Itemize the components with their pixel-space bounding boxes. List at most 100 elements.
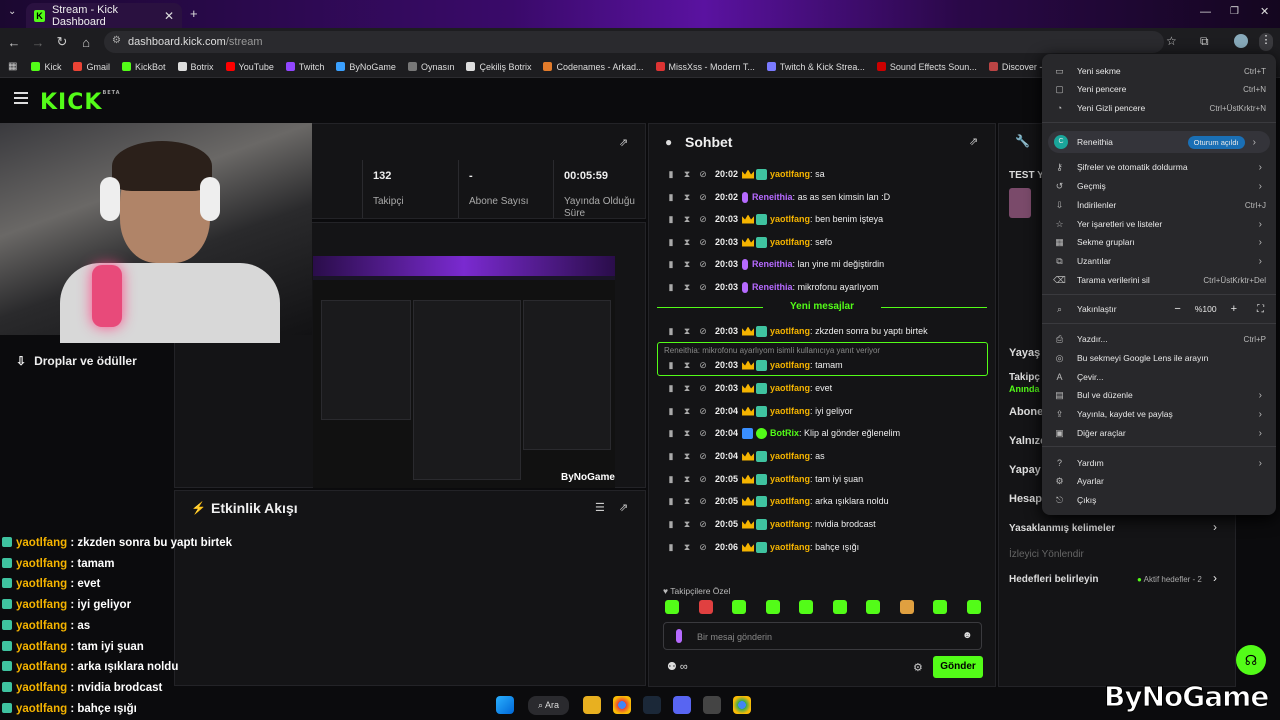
delete-icon[interactable]: ▮ [667, 326, 675, 337]
address-bar[interactable]: ⚙ dashboard.kick.com/stream ☆ [104, 31, 1177, 53]
message-username[interactable]: yaotlfang [770, 406, 810, 416]
chat-message[interactable]: ▮ ⧗ ⊘ 20:03 yaotlfang: evet [667, 379, 832, 397]
chat-message[interactable]: ▮ ⧗ ⊘ 20:03 yaotlfang: ben benim işteya [667, 210, 883, 228]
menu-extensions[interactable]: ⧉ Uzantılar › [1042, 252, 1276, 270]
emote-icon[interactable] [866, 600, 880, 614]
extensions-icon[interactable]: ⧉ [1200, 34, 1209, 49]
timeout-icon[interactable]: ⧗ [683, 519, 691, 530]
timeout-icon[interactable]: ⧗ [683, 406, 691, 417]
menu-bookmarks[interactable]: ☆ Yer işaretleri ve listeler › [1042, 215, 1276, 233]
menu-help[interactable]: ? Yardım › [1042, 454, 1276, 472]
ban-icon[interactable]: ⊘ [699, 406, 707, 417]
steam-icon[interactable] [643, 696, 662, 714]
apps-grid-icon[interactable]: ▦ [8, 61, 17, 72]
zoom-out-button[interactable]: − [1174, 303, 1180, 315]
ban-icon[interactable]: ⊘ [699, 519, 707, 530]
message-username[interactable]: yaotlfang [770, 451, 810, 461]
delete-icon[interactable]: ▮ [667, 169, 675, 180]
set-goals-link[interactable]: Hedefleri belirleyin [1009, 574, 1098, 585]
message-username[interactable]: yaotlfang [770, 496, 810, 506]
close-tab-icon[interactable]: ✕ [164, 9, 174, 23]
home-icon[interactable]: ⌂ [74, 35, 98, 50]
menu-incognito[interactable]: ◔ Yeni Gizli pencere Ctrl+ÜstKrktr+N [1042, 99, 1276, 117]
message-username[interactable]: Reneithia [752, 259, 793, 269]
delete-icon[interactable]: ▮ [667, 428, 675, 439]
ban-icon[interactable]: ⊘ [699, 214, 707, 225]
settings-row-label[interactable]: Yapay [1009, 464, 1041, 476]
file-explorer-icon[interactable] [583, 696, 602, 714]
message-username[interactable]: Reneithia [752, 192, 793, 202]
ban-icon[interactable]: ⊘ [699, 259, 707, 270]
menu-new-tab[interactable]: ▭ Yeni sekme Ctrl+T [1042, 62, 1276, 80]
profile-avatar[interactable] [1234, 34, 1248, 48]
bookmark-item[interactable]: YouTube [225, 62, 274, 72]
delete-icon[interactable]: ▮ [667, 451, 675, 462]
chat-message[interactable]: ▮ ⧗ ⊘ 20:03 yaotlfang: zkzden sonra bu yaptı… [667, 322, 928, 340]
obs-icon[interactable] [703, 696, 722, 714]
message-username[interactable]: Reneithia [752, 282, 793, 292]
reload-icon[interactable]: ↻ [50, 34, 74, 50]
chat-message[interactable]: ▮ ⧗ ⊘ 20:05 yaotlfang: arka ışıklara noldu [667, 492, 889, 510]
fullscreen-icon[interactable]: ⛶ [1257, 304, 1264, 315]
emote-icon[interactable] [698, 600, 713, 614]
settings-row-label[interactable]: Yayaş [1009, 347, 1040, 359]
menu-cast-save-share[interactable]: ⇪ Yayınla, kaydet ve paylaş › [1042, 405, 1276, 423]
kick-logo[interactable]: KICKBETA [40, 90, 121, 115]
delete-icon[interactable]: ▮ [667, 406, 675, 417]
tab-kick-dashboard[interactable]: K Stream - Kick Dashboard ✕ [26, 3, 182, 28]
chat-message[interactable]: ▮ ⧗ ⊘ 20:04 BotRix: Klip al gönder eğlenelim [667, 424, 900, 442]
restore-icon[interactable]: ❐ [1230, 6, 1239, 17]
bookmark-item[interactable]: ByNoGame [336, 62, 396, 72]
ban-icon[interactable]: ⊘ [699, 383, 707, 394]
delete-icon[interactable]: ▮ [667, 542, 675, 553]
zoom-in-button[interactable]: + [1231, 303, 1237, 315]
timeout-icon[interactable]: ⧗ [683, 259, 691, 270]
menu-more-tools[interactable]: ▣ Diğer araçlar › [1042, 424, 1276, 442]
ban-icon[interactable]: ⊘ [699, 282, 707, 293]
bookmark-item[interactable]: Sound Effects Soun... [876, 62, 977, 72]
emote-icon[interactable] [765, 600, 780, 614]
ban-icon[interactable]: ⊘ [699, 237, 707, 248]
menu-translate[interactable]: A Çevir... [1042, 368, 1276, 386]
emote-icon[interactable] [966, 600, 981, 614]
delete-icon[interactable]: ▮ [667, 237, 675, 248]
banned-words-link[interactable]: Yasaklanmış kelimeler [1009, 523, 1115, 534]
timeout-icon[interactable]: ⧗ [683, 169, 691, 180]
message-username[interactable]: yaotlfang [770, 237, 810, 247]
chevron-right-icon[interactable]: › [1213, 520, 1217, 534]
forward-icon[interactable]: → [26, 35, 50, 50]
users-icon[interactable]: ⚉ ∞ [667, 660, 688, 673]
app-icon[interactable] [673, 696, 692, 714]
support-chat-icon[interactable]: ☊ [1236, 645, 1266, 675]
message-username[interactable]: yaotlfang [770, 542, 810, 552]
chat-message[interactable]: ▮ ⧗ ⊘ 20:06 yaotlfang: bahçe ışığı [667, 538, 859, 556]
minimize-icon[interactable]: — [1200, 6, 1211, 18]
menu-tab-groups[interactable]: ▦ Sekme grupları › [1042, 233, 1276, 251]
emote-icon[interactable] [799, 600, 813, 614]
delete-icon[interactable]: ▮ [667, 282, 675, 293]
chat-message[interactable]: ▮ ⧗ ⊘ 20:05 yaotlfang: nvidia brodcast [667, 515, 876, 533]
taskbar-search[interactable]: ⌕ Ara [528, 695, 570, 715]
delete-icon[interactable]: ▮ [667, 496, 675, 507]
message-input[interactable]: Bir mesaj gönderin ☻ [663, 622, 982, 650]
menu-downloads[interactable]: ⇩ İndirilenler Ctrl+J [1042, 196, 1276, 214]
delete-icon[interactable]: ▮ [667, 383, 675, 394]
stream-preview-video[interactable]: ByNoGame [313, 256, 615, 488]
menu-passwords[interactable]: ⚷ Şifreler ve otomatik doldurma › [1042, 158, 1276, 176]
settings-row-label[interactable]: Takipç [1009, 372, 1040, 383]
timeout-icon[interactable]: ⧗ [683, 192, 691, 203]
menu-history[interactable]: ↺ Geçmiş › [1042, 177, 1276, 195]
chrome-icon[interactable] [613, 696, 632, 714]
delete-icon[interactable]: ▮ [667, 259, 675, 270]
chat-message[interactable]: ▮ ⧗ ⊘ 20:05 yaotlfang: tam iyi şuan [667, 470, 863, 488]
message-username[interactable]: yaotlfang [770, 383, 810, 393]
bookmark-item[interactable]: Oynasın [407, 62, 454, 72]
send-button[interactable]: Gönder [933, 656, 983, 678]
menu-new-window[interactable]: ▢ Yeni pencere Ctrl+N [1042, 80, 1276, 98]
delete-icon[interactable]: ▮ [667, 474, 675, 485]
bookmark-item[interactable]: MissXss - Modern T... [655, 62, 755, 72]
bookmark-item[interactable]: Gmail [73, 62, 110, 72]
popout-icon[interactable]: ⇗ [619, 501, 628, 514]
menu-clear-data[interactable]: ⌫ Tarama verilerini sil Ctrl+ÜstKrktr+Del [1042, 271, 1276, 289]
ban-icon[interactable]: ⊘ [699, 428, 707, 439]
